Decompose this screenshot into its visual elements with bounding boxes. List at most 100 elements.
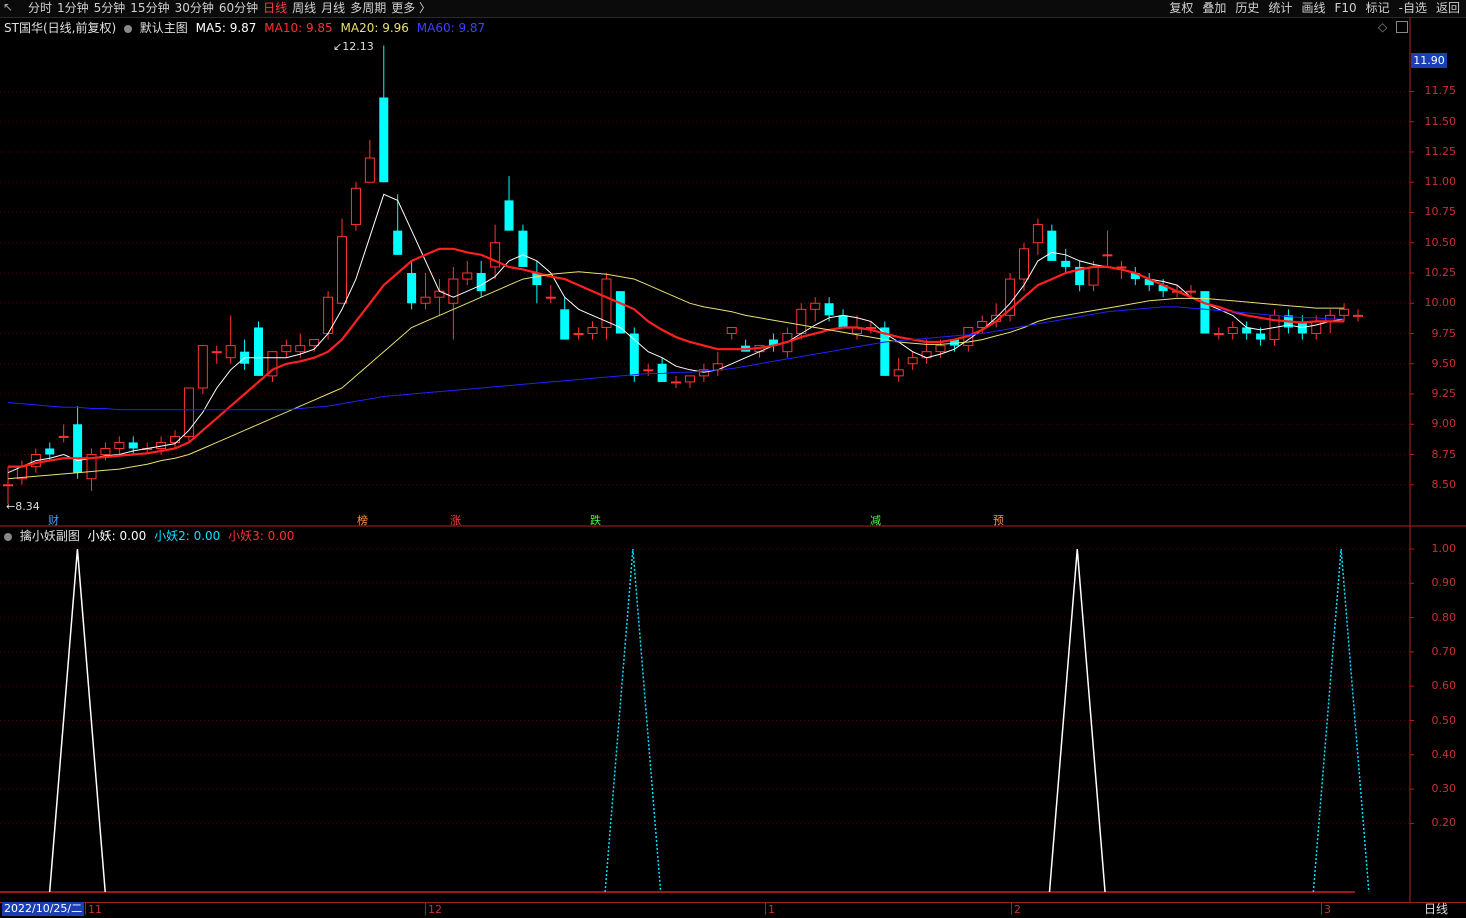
period-label[interactable]: 日线 [1424, 902, 1448, 916]
price-label: 9.50 [1431, 356, 1457, 370]
date-tick [425, 903, 426, 915]
event-marker[interactable]: 预 [993, 512, 1004, 528]
high-arrow-icon: ↙ [333, 40, 343, 53]
candle-body [935, 345, 946, 353]
candle-body [587, 326, 598, 335]
price-label: 8.75 [1431, 447, 1457, 461]
price-label: 10.50 [1424, 235, 1457, 249]
event-marker[interactable]: 榜 [357, 512, 368, 528]
candle-body [281, 345, 292, 353]
toolbar-button-2[interactable]: 历史 [1235, 0, 1259, 16]
candle-body [1102, 254, 1113, 257]
current-price-tag: 11.90 [1411, 53, 1447, 68]
candle-body [337, 236, 348, 304]
candle-body [211, 351, 222, 354]
candle-body [170, 435, 181, 443]
price-label: 11.00 [1424, 175, 1457, 189]
date-tick [1321, 903, 1322, 915]
price-label: 9.75 [1431, 326, 1457, 340]
date-label: 1 [768, 903, 775, 916]
candle-body [462, 272, 473, 280]
period-tab-5[interactable]: 60分钟 [219, 0, 263, 16]
date-tick [1011, 903, 1012, 915]
date-label: 2 [1014, 903, 1021, 916]
date-axis [0, 902, 1466, 918]
price-label: 9.00 [1431, 417, 1457, 431]
period-tab-0[interactable]: 分时 [28, 0, 57, 16]
price-label: 9.25 [1431, 387, 1457, 401]
period-tab-9[interactable]: 多周期 [350, 0, 391, 16]
indicator-chart[interactable] [0, 527, 1466, 902]
candle-body [295, 345, 306, 353]
candle-body [838, 315, 848, 328]
indicator-label: 0.70 [1431, 644, 1457, 658]
event-marker[interactable]: 跌 [590, 512, 601, 528]
candle-body [684, 375, 695, 383]
indicator-label: 0.20 [1431, 816, 1457, 830]
candle-body [1213, 333, 1224, 336]
toolbar-actions: 复权 叠加 历史 统计 画线 F10 标记 -自选 返回 [1160, 0, 1460, 16]
candle-body [518, 230, 528, 267]
event-marker[interactable]: 涨 [450, 512, 461, 528]
candle-body [1185, 290, 1196, 293]
candle-body [1200, 291, 1210, 334]
candle-body [671, 381, 682, 384]
period-tab-6[interactable]: 日线 [263, 0, 292, 16]
toolbar-button-4[interactable]: 画线 [1301, 0, 1325, 16]
candle-body [114, 441, 125, 449]
candle-body [545, 296, 556, 299]
indicator-label: 1.00 [1431, 542, 1457, 555]
first-date: 2022/10/25/二 [2, 902, 85, 916]
period-tab-3[interactable]: 15分钟 [130, 0, 174, 16]
event-marker[interactable]: 减 [870, 512, 881, 528]
low-annotation: ←8.34 [6, 500, 40, 513]
candle-body [58, 435, 69, 438]
period-tab-2[interactable]: 5分钟 [94, 0, 131, 16]
period-tab-7[interactable]: 周线 [292, 0, 321, 16]
toolbar-button-0[interactable]: 复权 [1169, 0, 1193, 16]
indicator-label: 0.50 [1431, 713, 1457, 727]
date-label: 12 [428, 903, 442, 916]
candle-body [1047, 230, 1057, 261]
candle-body [1353, 314, 1363, 317]
candle-body [573, 333, 584, 336]
period-tab-10[interactable]: 更多 〉 [391, 0, 436, 16]
candle-body [1311, 320, 1322, 335]
candle-body [364, 157, 375, 183]
price-label: 10.00 [1424, 296, 1457, 310]
candle-body [893, 369, 904, 377]
back-arrow-icon[interactable]: ↖ [3, 0, 13, 14]
indicator-label: 0.30 [1431, 782, 1457, 796]
period-tab-8[interactable]: 月线 [321, 0, 350, 16]
candle-body [796, 308, 807, 335]
toolbar-button-5[interactable]: F10 [1334, 0, 1356, 16]
toolbar-button-3[interactable]: 统计 [1268, 0, 1292, 16]
candle-body [73, 424, 83, 473]
price-label: 11.75 [1424, 84, 1457, 98]
toolbar-button-8[interactable]: 返回 [1436, 0, 1460, 16]
candle-body [393, 230, 403, 255]
toolbar-button-6[interactable]: 标记 [1366, 0, 1390, 16]
price-label: 11.50 [1424, 114, 1457, 128]
low-arrow-icon: ← [6, 500, 16, 513]
period-tab-4[interactable]: 30分钟 [175, 0, 219, 16]
toolbar-button-1[interactable]: 叠加 [1202, 0, 1226, 16]
ma10-line [8, 247, 1345, 468]
candle-body [128, 442, 138, 449]
event-marker[interactable]: 财 [48, 512, 59, 528]
toolbar-button-7[interactable]: -自选 [1399, 0, 1427, 16]
price-label: 8.50 [1431, 477, 1457, 491]
indicator-label: 0.40 [1431, 747, 1457, 761]
price-label: 10.25 [1424, 266, 1457, 279]
indicator-label: 0.60 [1431, 679, 1457, 693]
candle-body [726, 326, 737, 335]
candle-body [1256, 333, 1266, 340]
candle-body [1339, 308, 1350, 316]
candle-body [504, 200, 514, 231]
high-value: 12.13 [342, 40, 374, 53]
candle-body [1032, 224, 1043, 244]
candle-body [824, 303, 834, 316]
period-tab-1[interactable]: 1分钟 [57, 0, 94, 16]
candlestick-chart[interactable] [0, 17, 1466, 527]
indicator-label: 0.90 [1431, 576, 1457, 590]
